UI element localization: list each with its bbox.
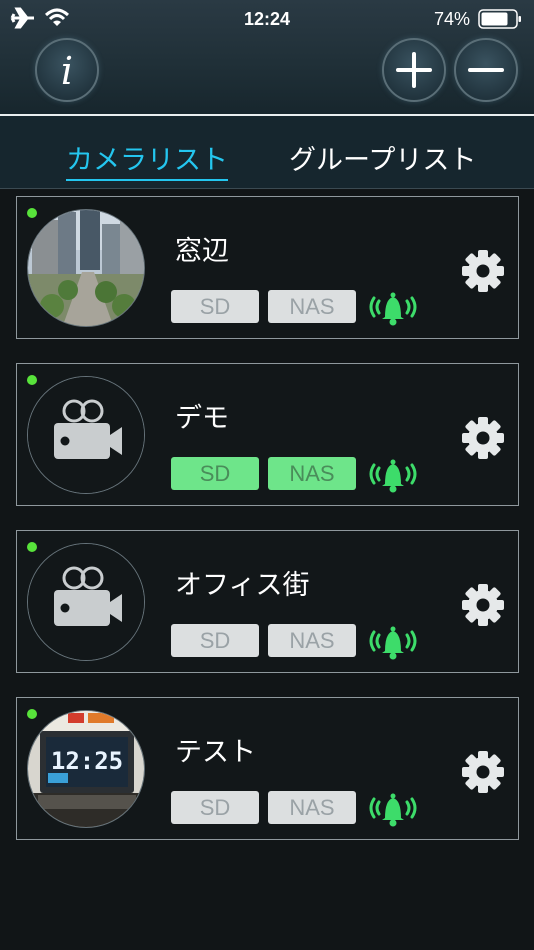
camera-card[interactable]: オフィス街 SD NAS — [16, 530, 519, 673]
add-camera-button[interactable] — [382, 38, 446, 102]
online-indicator — [27, 375, 37, 385]
alarm-bell-icon[interactable] — [367, 621, 419, 661]
camera-card[interactable]: 窓辺 SD NAS — [16, 196, 519, 339]
tab-group-list[interactable]: グループリスト — [289, 138, 476, 177]
online-indicator — [27, 542, 37, 552]
online-indicator — [27, 709, 37, 719]
camera-thumbnail: 12:25 — [27, 710, 145, 828]
alarm-bell-icon[interactable] — [367, 454, 419, 494]
nas-badge: NAS — [268, 457, 356, 490]
camera-thumbnail — [27, 209, 145, 327]
camera-thumbnail — [27, 543, 145, 661]
camera-name: オフィス街 — [175, 570, 310, 601]
video-camera-icon — [28, 544, 144, 660]
battery-percent: 74% — [433, 9, 470, 29]
info-label: i — [61, 49, 73, 93]
tab-camera-list[interactable]: カメラリスト — [66, 138, 228, 181]
app-header: 12:24 74% i — [0, 0, 534, 116]
camera-card[interactable]: 12:25 テスト SD NAS — [16, 697, 519, 840]
online-indicator — [27, 208, 37, 218]
sd-badge: SD — [171, 624, 259, 657]
settings-gear-icon[interactable] — [461, 249, 505, 293]
tab-bar: カメラリスト グループリスト — [0, 116, 534, 189]
minus-icon — [468, 68, 504, 72]
camera-card[interactable]: デモ SD NAS — [16, 363, 519, 506]
nas-badge: NAS — [268, 791, 356, 824]
camera-name: 窓辺 — [175, 236, 229, 267]
camera-name: デモ — [175, 403, 229, 434]
remove-camera-button[interactable] — [454, 38, 518, 102]
nas-badge: NAS — [268, 290, 356, 323]
camera-thumbnail — [27, 376, 145, 494]
nas-badge: NAS — [268, 624, 356, 657]
alarm-bell-icon[interactable] — [367, 788, 419, 828]
clock-display-text: 12:25 — [51, 747, 123, 775]
settings-gear-icon[interactable] — [461, 583, 505, 627]
sd-badge: SD — [171, 457, 259, 490]
settings-gear-icon[interactable] — [461, 750, 505, 794]
battery-icon — [478, 9, 521, 29]
info-icon: i — [61, 49, 73, 93]
sd-badge: SD — [171, 791, 259, 824]
sd-badge: SD — [171, 290, 259, 323]
info-button[interactable]: i — [35, 38, 99, 102]
video-camera-icon — [28, 377, 144, 493]
status-bar: 12:24 74% — [0, 0, 534, 38]
camera-name: テスト — [175, 737, 256, 768]
alarm-bell-icon[interactable] — [367, 287, 419, 327]
settings-gear-icon[interactable] — [461, 416, 505, 460]
plus-icon — [396, 52, 432, 88]
